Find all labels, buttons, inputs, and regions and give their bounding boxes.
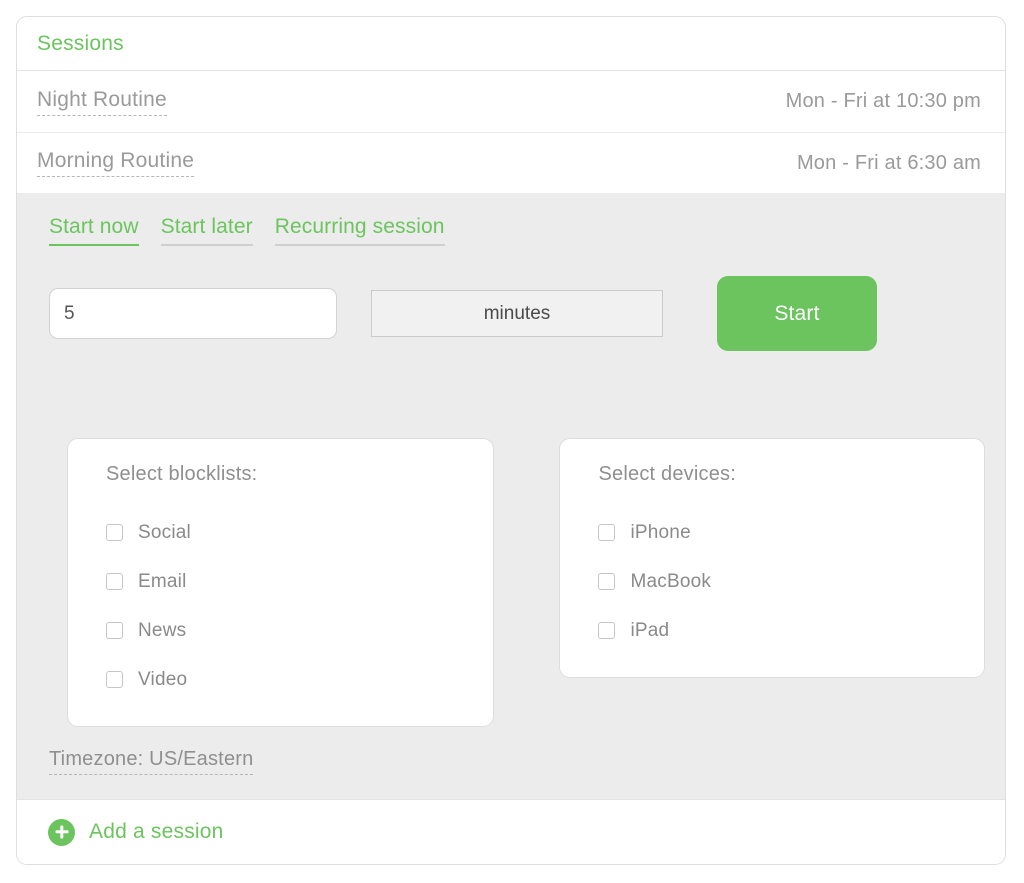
checkbox-label: iPad [630, 619, 670, 641]
duration-input[interactable] [49, 288, 337, 339]
add-session-button[interactable]: Add a session [48, 818, 224, 846]
checkbox-label: iPhone [630, 521, 691, 543]
checkbox-iphone[interactable] [598, 524, 616, 541]
checkbox-social[interactable] [106, 524, 123, 541]
list-item[interactable]: Video [106, 655, 493, 704]
list-item[interactable]: iPhone [598, 508, 984, 557]
plus-circle-icon [48, 818, 75, 846]
list-item[interactable]: iPad [598, 606, 984, 655]
checkbox-label: Email [138, 570, 187, 592]
tab-start-later[interactable]: Start later [160, 215, 253, 246]
blocklists-panel: Select blocklists: Social Email News Vid… [67, 438, 495, 727]
list-item[interactable]: News [106, 606, 493, 655]
session-creator-panel: Start now Start later Recurring session … [17, 193, 1005, 799]
timezone-link[interactable]: Timezone: US/Eastern [49, 748, 254, 775]
checkbox-macbook[interactable] [598, 573, 616, 590]
checkbox-label: Social [138, 521, 191, 543]
list-item[interactable]: MacBook [598, 557, 984, 606]
selection-panels: Select blocklists: Social Email News Vid… [37, 438, 985, 727]
list-item[interactable]: Email [106, 557, 493, 606]
session-name-link[interactable]: Night Routine [37, 88, 167, 116]
session-type-tabs: Start now Start later Recurring session [37, 193, 985, 246]
session-name-link[interactable]: Morning Routine [37, 149, 195, 177]
list-item[interactable]: Social [106, 508, 493, 557]
checkbox-label: Video [138, 668, 188, 690]
checkbox-label: MacBook [630, 570, 712, 592]
duration-unit-select[interactable]: minutes [371, 290, 663, 337]
tab-recurring-session[interactable]: Recurring session [274, 215, 445, 246]
blocklists-title: Select blocklists: [106, 463, 258, 485]
checkbox-ipad[interactable] [598, 622, 616, 639]
page-title: Sessions [37, 31, 124, 55]
start-button[interactable]: Start [717, 276, 877, 351]
table-row[interactable]: Morning Routine Mon - Fri at 6:30 am [17, 132, 1005, 193]
table-row[interactable]: Night Routine Mon - Fri at 10:30 pm [17, 71, 1005, 132]
checkbox-email[interactable] [106, 573, 123, 590]
add-session-label: Add a session [89, 820, 224, 843]
session-list: Night Routine Mon - Fri at 10:30 pm Morn… [17, 71, 1005, 193]
session-schedule: Mon - Fri at 10:30 pm [785, 90, 981, 112]
duration-unit-value: minutes [483, 302, 551, 324]
devices-panel: Select devices: iPhone MacBook iPad [559, 438, 985, 678]
session-controls: minutes Start [37, 276, 985, 351]
checkbox-news[interactable] [106, 622, 123, 639]
tab-start-now[interactable]: Start now [49, 215, 139, 246]
session-schedule: Mon - Fri at 6:30 am [796, 151, 981, 174]
sessions-card: Sessions Night Routine Mon - Fri at 10:3… [16, 16, 1006, 865]
devices-title: Select devices: [598, 463, 736, 485]
checkbox-label: News [138, 619, 187, 641]
card-footer: Add a session [17, 799, 1005, 864]
checkbox-video[interactable] [106, 671, 123, 688]
card-header: Sessions [17, 17, 1005, 71]
